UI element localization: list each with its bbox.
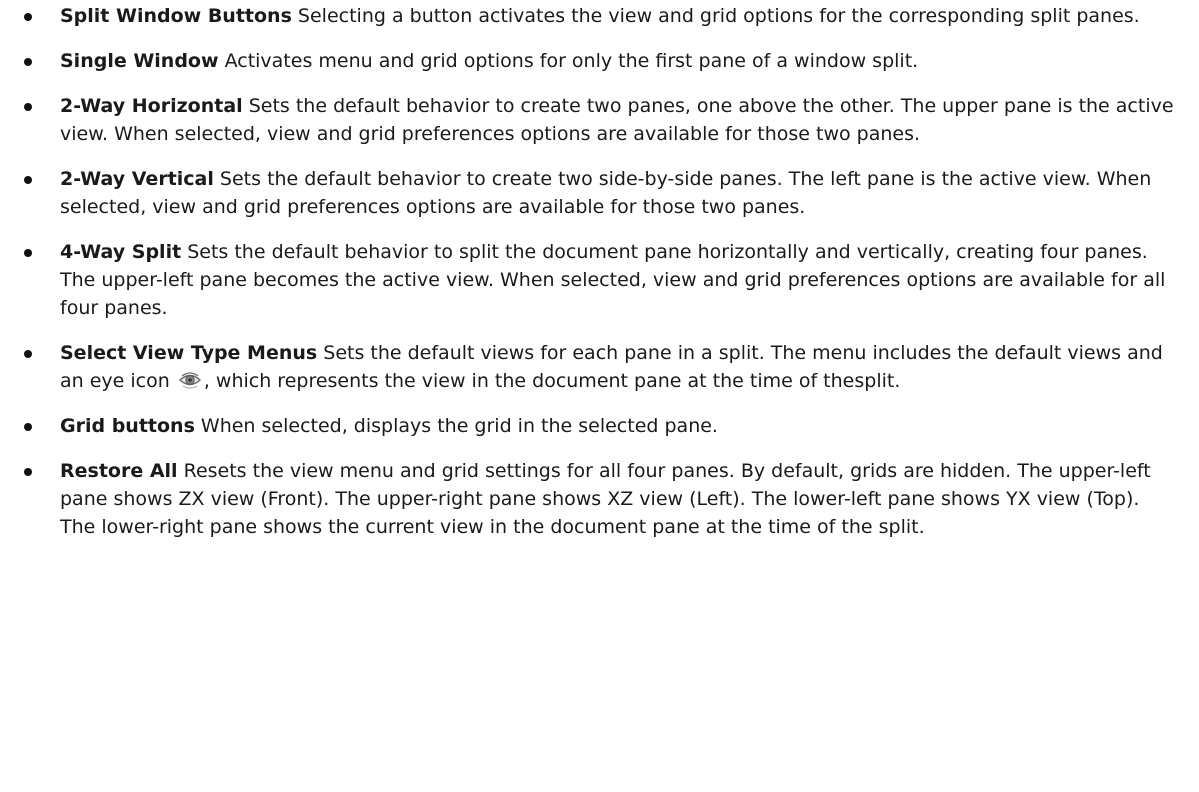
description-text: Resets the view menu and grid settings f… bbox=[60, 460, 1151, 538]
bullet-icon bbox=[24, 13, 32, 21]
description-text-after-icon: , which represents the view in the docum… bbox=[203, 370, 901, 392]
term-label: Grid buttons bbox=[60, 415, 195, 437]
bullet-icon bbox=[24, 468, 32, 476]
document-body: Split Window Buttons Selecting a button … bbox=[0, 2, 1199, 792]
list-item-select-view-type-menus: Select View Type Menus Sets the default … bbox=[0, 339, 1179, 395]
option-list: Split Window Buttons Selecting a button … bbox=[0, 2, 1179, 541]
list-item-2-way-horizontal: 2-Way Horizontal Sets the default behavi… bbox=[0, 92, 1179, 148]
bullet-icon bbox=[24, 176, 32, 184]
term-label: 2-Way Vertical bbox=[60, 168, 214, 190]
description-text: Selecting a button activates the view an… bbox=[291, 5, 1140, 27]
bullet-icon bbox=[24, 249, 32, 257]
term-label: 4-Way Split bbox=[60, 241, 182, 263]
description-text: Sets the default behavior to create two … bbox=[60, 168, 1152, 218]
list-item-split-window-buttons: Split Window Buttons Selecting a button … bbox=[0, 2, 1179, 30]
list-item-grid-buttons: Grid buttons When selected, displays the… bbox=[0, 412, 1179, 440]
bullet-icon bbox=[24, 423, 32, 431]
description-text: When selected, displays the grid in the … bbox=[194, 415, 718, 437]
description-text: Sets the default behavior to split the d… bbox=[60, 241, 1166, 319]
eye-icon bbox=[178, 369, 202, 389]
term-label: Select View Type Menus bbox=[60, 342, 318, 364]
term-label: Split Window Buttons bbox=[60, 5, 292, 27]
list-item-4-way-split: 4-Way Split Sets the default behavior to… bbox=[0, 238, 1179, 322]
term-label: Single Window bbox=[60, 50, 219, 72]
description-text: Activates menu and grid options for only… bbox=[218, 50, 919, 72]
list-item-restore-all: Restore All Resets the view menu and gri… bbox=[0, 457, 1179, 541]
term-label: Restore All bbox=[60, 460, 178, 482]
bullet-icon bbox=[24, 350, 32, 358]
bullet-icon bbox=[24, 103, 32, 111]
bullet-icon bbox=[24, 58, 32, 66]
list-item-2-way-vertical: 2-Way Vertical Sets the default behavior… bbox=[0, 165, 1179, 221]
term-label: 2-Way Horizontal bbox=[60, 95, 243, 117]
list-item-single-window: Single Window Activates menu and grid op… bbox=[0, 47, 1179, 75]
